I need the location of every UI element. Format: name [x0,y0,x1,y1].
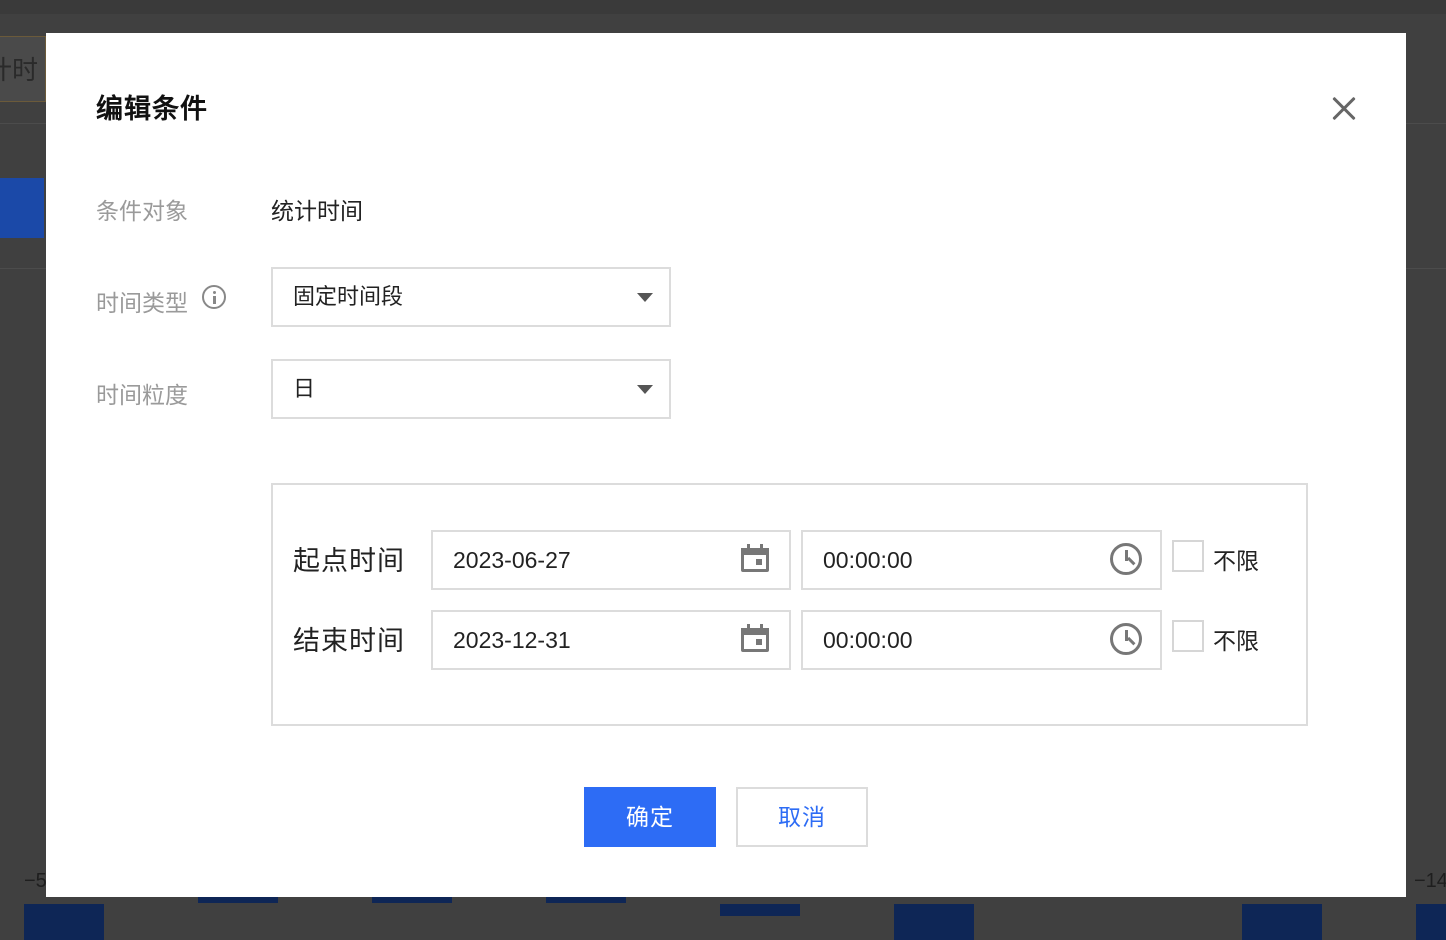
granularity-value: 日 [293,376,316,401]
time-type-value: 固定时间段 [293,284,404,309]
clock-icon[interactable] [1110,623,1142,655]
background-chart-bar [24,904,104,940]
granularity-label: 时间粒度 [96,382,188,408]
target-label: 条件对象 [96,198,188,224]
target-value: 统计时间 [271,198,363,224]
start-unlimited-checkbox[interactable] [1172,540,1204,572]
end-time-input[interactable]: 00:00:00 [801,610,1162,670]
time-type-select[interactable]: 固定时间段 [271,267,671,327]
background-chart-bar [720,904,800,916]
edit-condition-dialog: 编辑条件 条件对象 统计时间 时间类型 固定时间段 时间粒度 日 起点时间 20… [46,33,1406,897]
background-axis-label: −14 [1414,870,1446,892]
time-type-label: 时间类型 [96,290,188,316]
background-chart-bar [546,897,626,903]
background-axis-label: −5 [24,870,47,892]
background-chart-bar [198,897,278,903]
calendar-icon[interactable] [741,624,769,652]
end-unlimited-label[interactable]: 不限 [1213,622,1259,656]
chevron-down-icon [637,385,653,394]
background-chart-bar [1416,904,1446,940]
start-date-input[interactable]: 2023-06-27 [431,530,791,590]
end-date-value: 2023-12-31 [453,627,571,653]
start-time-input[interactable]: 00:00:00 [801,530,1162,590]
start-time-label: 起点时间 [293,546,405,576]
end-date-input[interactable]: 2023-12-31 [431,610,791,670]
start-unlimited-label[interactable]: 不限 [1213,542,1259,576]
date-range-panel: 起点时间 2023-06-27 00:00:00 不限 结束时间 2023-12… [271,483,1308,726]
background-chart-bar [894,904,974,940]
background-button [0,178,44,238]
chevron-down-icon [637,293,653,302]
background-chart-bar [372,897,452,903]
confirm-button[interactable]: 确定 [584,787,716,847]
cancel-button[interactable]: 取消 [736,787,868,847]
end-unlimited-checkbox[interactable] [1172,620,1204,652]
background-chart-bar [1242,904,1322,940]
end-time-label: 结束时间 [293,626,405,656]
background-tab: 计时 [0,36,46,102]
background-topbar [0,0,1446,14]
dialog-title: 编辑条件 [96,94,208,124]
close-icon[interactable] [1326,91,1362,127]
info-icon[interactable] [202,285,226,309]
end-time-value: 00:00:00 [823,627,913,653]
start-time-value: 00:00:00 [823,547,913,573]
granularity-select[interactable]: 日 [271,359,671,419]
clock-icon[interactable] [1110,543,1142,575]
calendar-icon[interactable] [741,544,769,572]
start-date-value: 2023-06-27 [453,547,571,573]
